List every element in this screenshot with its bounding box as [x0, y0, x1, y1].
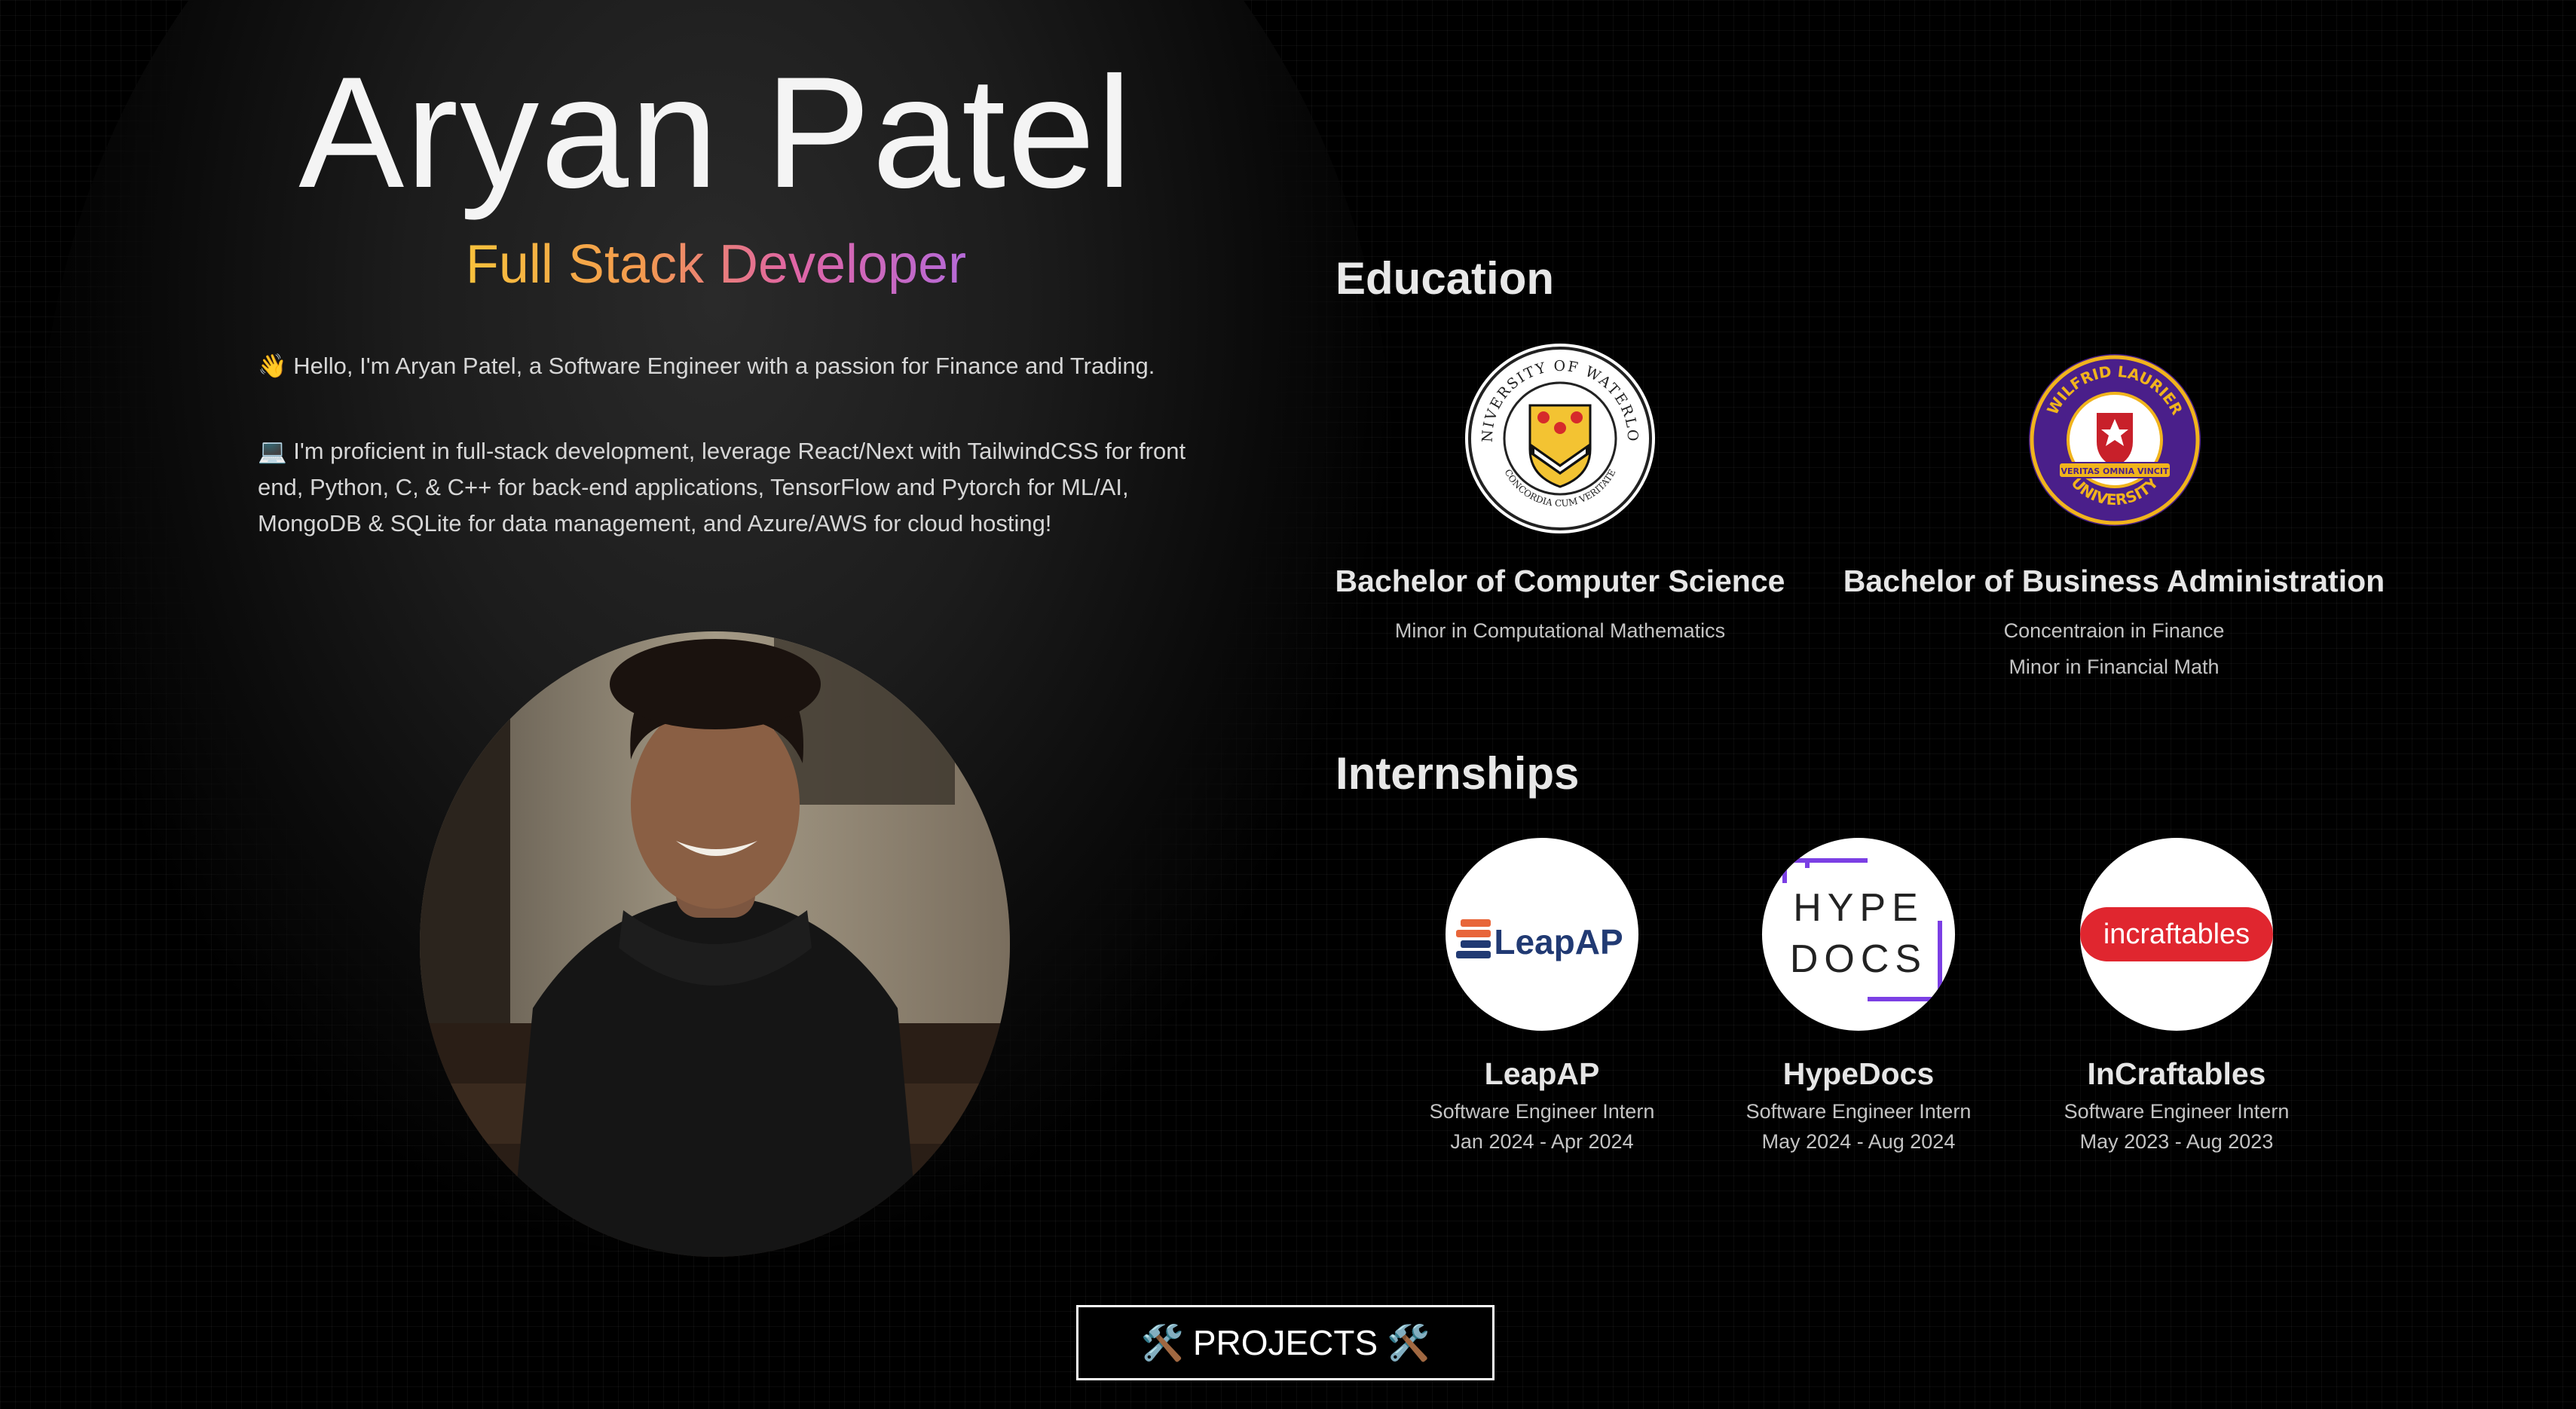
internships-heading: Internships — [1335, 748, 1580, 799]
education-item-waterloo: Bachelor of Computer Science Minor in Co… — [1281, 564, 1839, 649]
degree-detail-line: Concentraion in Finance — [2003, 619, 2225, 642]
internship-dates: Jan 2024 - Apr 2024 — [1450, 1130, 1634, 1153]
internship-item-incraftables: InCraftables Software Engineer Intern Ma… — [2018, 1056, 2335, 1157]
intro-greeting: 👋 Hello, I'm Aryan Patel, a Software Eng… — [258, 353, 1155, 379]
degree-detail-line: Minor in Financial Math — [2008, 656, 2220, 678]
projects-button[interactable]: 🛠️ PROJECTS 🛠️ — [1076, 1305, 1495, 1380]
svg-text:incraftables: incraftables — [2103, 918, 2250, 950]
internship-item-leapap: LeapAP Software Engineer Intern Jan 2024… — [1384, 1056, 1700, 1157]
hero-name: Aryan Patel — [298, 44, 1134, 221]
degree-detail: Minor in Computational Mathematics — [1394, 619, 1726, 642]
profile-photo-illustration — [420, 631, 1010, 1257]
internship-role: Software Engineer Intern — [2064, 1100, 2290, 1123]
education-item-laurier: Bachelor of Business Administration Conc… — [1831, 564, 2397, 685]
intro-skills: 💻 I'm proficient in full-stack developme… — [258, 438, 1186, 536]
hero-role: Full Stack Developer — [60, 234, 1372, 295]
internship-company: InCraftables — [2087, 1056, 2266, 1091]
internship-company: HypeDocs — [1782, 1056, 1935, 1091]
hero-role-text: Full Stack Developer — [465, 234, 967, 295]
degree-name: Bachelor of Computer Science — [1335, 564, 1785, 598]
svg-text:DOCS: DOCS — [1790, 937, 1927, 981]
internship-item-hypedocs: HypeDocs Software Engineer Intern May 20… — [1700, 1056, 2017, 1157]
degree-name: Bachelor of Business Administration — [1843, 564, 2385, 598]
hammer-and-wrench-icon: 🛠️ — [1140, 1322, 1184, 1362]
leapap-logo: LeapAP — [1446, 838, 1638, 1031]
projects-button-label: PROJECTS — [1192, 1323, 1378, 1362]
internship-role: Software Engineer Intern — [1429, 1100, 1655, 1123]
degree-detail: Concentraion in Finance Minor in Financi… — [1831, 613, 2397, 685]
svg-text:VERITAS OMNIA VINCIT: VERITAS OMNIA VINCIT — [2061, 466, 2169, 476]
leapap-logo-icon: LeapAP — [1456, 919, 1623, 961]
hammer-and-wrench-icon: 🛠️ — [1387, 1322, 1430, 1362]
internship-role: Software Engineer Intern — [1745, 1100, 1972, 1123]
internship-company: LeapAP — [1484, 1056, 1600, 1091]
svg-text:LeapAP: LeapAP — [1494, 922, 1623, 961]
internship-dates: May 2024 - Aug 2024 — [1761, 1130, 1956, 1153]
incraftables-logo: incraftables — [2080, 838, 2273, 1031]
laurier-logo: WILFRID LAURIER UNIVERSITY VERITAS OMNIA… — [2029, 354, 2201, 526]
education-heading: Education — [1335, 253, 1555, 304]
hypedocs-logo: HYPE DOCS — [1762, 838, 1955, 1031]
hypedocs-logo-icon: HYPE DOCS — [1782, 858, 1942, 1001]
university-of-waterloo-crest-icon: UNIVERSITY OF WATERLOO CONCORDIA CUM VER… — [1465, 344, 1652, 530]
incraftables-logo-icon: incraftables — [2080, 907, 2273, 961]
internship-dates: May 2023 - Aug 2023 — [2079, 1130, 2274, 1153]
wilfrid-laurier-university-seal-icon: WILFRID LAURIER UNIVERSITY VERITAS OMNIA… — [2030, 355, 2200, 525]
profile-photo — [420, 631, 1010, 1257]
waterloo-logo: UNIVERSITY OF WATERLOO CONCORDIA CUM VER… — [1465, 344, 1655, 533]
svg-text:HYPE: HYPE — [1793, 886, 1924, 930]
